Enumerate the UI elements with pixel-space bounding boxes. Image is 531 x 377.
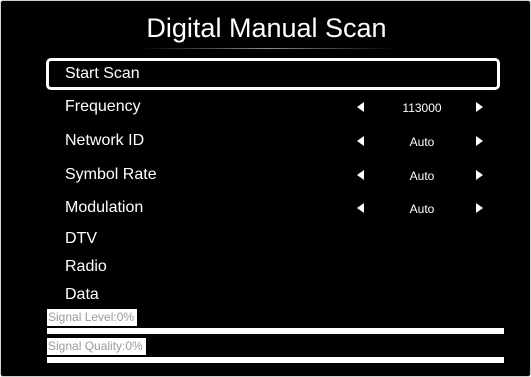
menu-item-symbol-rate[interactable]: Symbol Rate Auto xyxy=(46,160,500,192)
modulation-left-arrow-icon[interactable] xyxy=(357,203,364,213)
menu-item-start-scan[interactable]: Start Scan xyxy=(46,58,500,90)
start-scan-label: Start Scan xyxy=(65,65,140,82)
modulation-value: Auto xyxy=(409,202,435,216)
menu-item-frequency[interactable]: Frequency 113000 xyxy=(46,92,500,124)
symbol-rate-value: Auto xyxy=(409,169,435,183)
radio-label: Radio xyxy=(65,258,107,275)
data-label: Data xyxy=(65,286,99,303)
menu-item-data[interactable]: Data xyxy=(46,280,500,312)
menu-item-modulation[interactable]: Modulation Auto xyxy=(46,193,500,225)
modulation-right-arrow-icon[interactable] xyxy=(476,203,483,213)
network-id-label: Network ID xyxy=(65,132,145,149)
frequency-label: Frequency xyxy=(65,98,141,115)
network-id-value: Auto xyxy=(409,135,435,149)
symbol-rate-left-arrow-icon[interactable] xyxy=(357,170,364,180)
page-title: Digital Manual Scan xyxy=(146,13,387,43)
network-id-left-arrow-icon[interactable] xyxy=(357,136,364,146)
modulation-label: Modulation xyxy=(65,199,144,216)
network-id-right-arrow-icon[interactable] xyxy=(476,136,483,146)
frequency-left-arrow-icon[interactable] xyxy=(357,102,364,112)
title-divider xyxy=(139,48,397,49)
symbol-rate-label: Symbol Rate xyxy=(65,166,157,183)
dtv-label: DTV xyxy=(65,230,97,247)
signal-quality-label: Signal Quality:0% xyxy=(47,338,146,355)
symbol-rate-right-arrow-icon[interactable] xyxy=(476,170,483,180)
signal-level-label: Signal Level:0% xyxy=(47,309,138,326)
frequency-value: 113000 xyxy=(402,101,442,115)
menu-item-network-id[interactable]: Network ID Auto xyxy=(46,126,500,158)
signal-quality-bar xyxy=(47,357,504,363)
signal-level-bar xyxy=(47,328,504,334)
frequency-right-arrow-icon[interactable] xyxy=(476,102,483,112)
scan-screen: Digital Manual Scan Start Scan Frequency… xyxy=(0,0,531,377)
